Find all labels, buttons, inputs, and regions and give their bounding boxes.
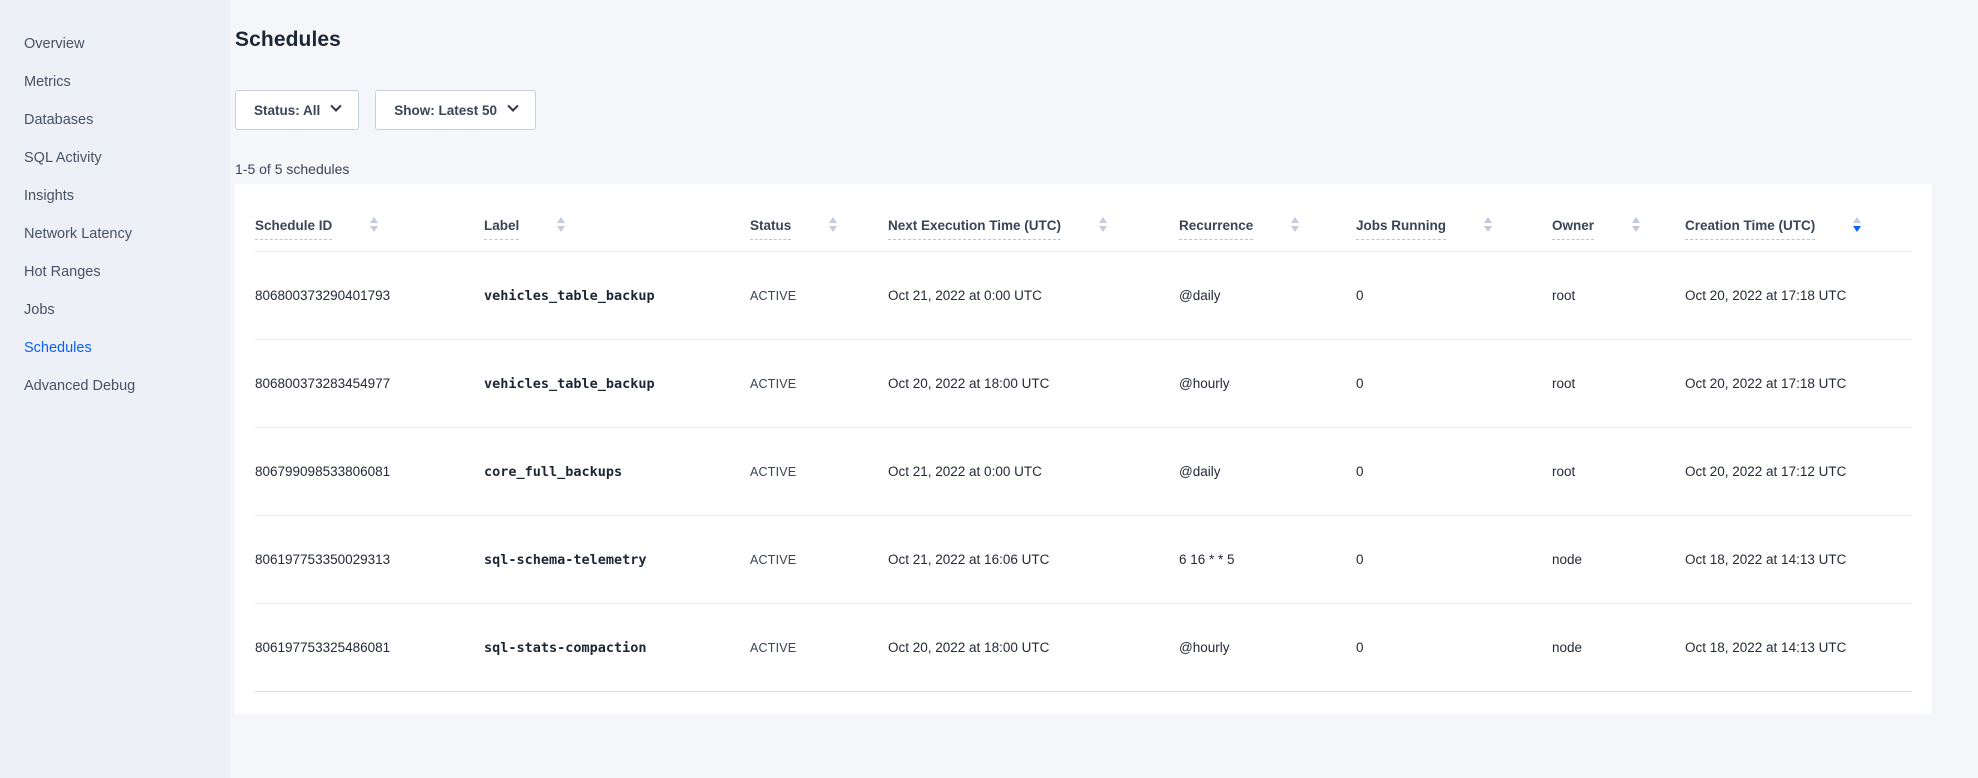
cell-recurrence: @daily: [1179, 464, 1356, 479]
schedules-page: Schedules Status: All Show: Latest 50 1-…: [230, 0, 1978, 778]
table-row: 806799098533806081core_full_backupsACTIV…: [255, 428, 1912, 516]
cell-status: ACTIVE: [750, 289, 888, 303]
cell-owner: node: [1552, 552, 1685, 567]
sort-icon[interactable]: [1484, 217, 1492, 240]
column-header-label[interactable]: Label: [484, 217, 750, 240]
cell-creation_time: Oct 20, 2022 at 17:12 UTC: [1685, 464, 1912, 479]
cell-jobs_running: 0: [1356, 376, 1552, 391]
cell-next_execution: Oct 20, 2022 at 18:00 UTC: [888, 640, 1179, 655]
column-header-label: Status: [750, 218, 791, 240]
chevron-down-icon: [507, 100, 518, 111]
page-title: Schedules: [235, 28, 1932, 52]
cell-label: sql-schema-telemetry: [484, 552, 750, 568]
sidebar-item-schedules[interactable]: Schedules: [0, 329, 230, 367]
cell-status: ACTIVE: [750, 553, 888, 567]
cell-owner: root: [1552, 464, 1685, 479]
sidebar-item-jobs[interactable]: Jobs: [0, 291, 230, 329]
cell-owner: root: [1552, 288, 1685, 303]
cell-jobs_running: 0: [1356, 288, 1552, 303]
cell-recurrence: @daily: [1179, 288, 1356, 303]
column-header-next_execution[interactable]: Next Execution Time (UTC): [888, 217, 1179, 240]
cell-creation_time: Oct 18, 2022 at 14:13 UTC: [1685, 552, 1912, 567]
column-header-label: Recurrence: [1179, 218, 1253, 240]
cell-label: vehicles_table_backup: [484, 376, 750, 392]
cell-recurrence: @hourly: [1179, 640, 1356, 655]
cell-id: 806800373290401793: [255, 288, 484, 303]
cell-status: ACTIVE: [750, 641, 888, 655]
show-filter-label: Show: Latest 50: [394, 103, 497, 118]
cell-id: 806197753325486081: [255, 640, 484, 655]
cell-id: 806800373283454977: [255, 376, 484, 391]
column-header-recurrence[interactable]: Recurrence: [1179, 217, 1356, 240]
cell-creation_time: Oct 18, 2022 at 14:13 UTC: [1685, 640, 1912, 655]
cell-owner: root: [1552, 376, 1685, 391]
status-filter-dropdown[interactable]: Status: All: [235, 90, 359, 130]
column-header-label: Next Execution Time (UTC): [888, 218, 1061, 240]
column-header-creation_time[interactable]: Creation Time (UTC): [1685, 217, 1912, 240]
sort-icon[interactable]: [829, 217, 837, 240]
column-header-id[interactable]: Schedule ID: [255, 217, 484, 240]
table-row: 806800373290401793vehicles_table_backupA…: [255, 252, 1912, 340]
sidebar-item-overview[interactable]: Overview: [0, 25, 230, 63]
cell-id: 806799098533806081: [255, 464, 484, 479]
column-header-label: Creation Time (UTC): [1685, 218, 1815, 240]
cell-next_execution: Oct 21, 2022 at 16:06 UTC: [888, 552, 1179, 567]
cell-jobs_running: 0: [1356, 552, 1552, 567]
sort-icon[interactable]: [370, 217, 378, 240]
cell-status: ACTIVE: [750, 465, 888, 479]
sort-icon[interactable]: [1291, 217, 1299, 240]
cell-recurrence: 6 16 * * 5: [1179, 552, 1356, 567]
sort-icon[interactable]: [1099, 217, 1107, 240]
sidebar-item-hot-ranges[interactable]: Hot Ranges: [0, 253, 230, 291]
cell-creation_time: Oct 20, 2022 at 17:18 UTC: [1685, 376, 1912, 391]
sort-icon[interactable]: [1632, 217, 1640, 240]
column-header-status[interactable]: Status: [750, 217, 888, 240]
cell-next_execution: Oct 21, 2022 at 0:00 UTC: [888, 288, 1179, 303]
show-filter-dropdown[interactable]: Show: Latest 50: [375, 90, 536, 130]
cell-next_execution: Oct 21, 2022 at 0:00 UTC: [888, 464, 1179, 479]
sidebar-item-sql-activity[interactable]: SQL Activity: [0, 139, 230, 177]
cell-next_execution: Oct 20, 2022 at 18:00 UTC: [888, 376, 1179, 391]
column-header-label: Schedule ID: [255, 218, 332, 240]
sidebar-item-insights[interactable]: Insights: [0, 177, 230, 215]
cell-status: ACTIVE: [750, 377, 888, 391]
column-header-label: Owner: [1552, 218, 1594, 240]
table-row: 806197753325486081sql-stats-compactionAC…: [255, 604, 1912, 692]
cell-label: sql-stats-compaction: [484, 640, 750, 656]
cell-jobs_running: 0: [1356, 464, 1552, 479]
cell-jobs_running: 0: [1356, 640, 1552, 655]
table-header-row: Schedule ID Label Status Next Execution Tim…: [255, 184, 1912, 252]
cell-creation_time: Oct 20, 2022 at 17:18 UTC: [1685, 288, 1912, 303]
sidebar-item-advanced-debug[interactable]: Advanced Debug: [0, 367, 230, 405]
sort-icon[interactable]: [1853, 217, 1861, 240]
cell-id: 806197753350029313: [255, 552, 484, 567]
table-row: 806800373283454977vehicles_table_backupA…: [255, 340, 1912, 428]
chevron-down-icon: [331, 100, 342, 111]
schedules-table-card: Schedule ID Label Status Next Execution Tim…: [235, 184, 1932, 714]
column-header-label: Jobs Running: [1356, 218, 1446, 240]
cell-label: core_full_backups: [484, 464, 750, 480]
status-filter-label: Status: All: [254, 103, 320, 118]
sort-icon[interactable]: [557, 217, 565, 240]
cell-label: vehicles_table_backup: [484, 288, 750, 304]
table-body: 806800373290401793vehicles_table_backupA…: [255, 252, 1912, 692]
sidebar-item-databases[interactable]: Databases: [0, 101, 230, 139]
sidebar-nav: OverviewMetricsDatabasesSQL ActivityInsi…: [0, 0, 230, 778]
column-header-owner[interactable]: Owner: [1552, 217, 1685, 240]
cell-owner: node: [1552, 640, 1685, 655]
filter-bar: Status: All Show: Latest 50: [235, 90, 1932, 130]
column-header-label: Label: [484, 218, 519, 240]
sidebar-item-metrics[interactable]: Metrics: [0, 63, 230, 101]
column-header-jobs_running[interactable]: Jobs Running: [1356, 217, 1552, 240]
results-count: 1-5 of 5 schedules: [235, 161, 1932, 177]
table-row: 806197753350029313sql-schema-telemetryAC…: [255, 516, 1912, 604]
sidebar-item-network-latency[interactable]: Network Latency: [0, 215, 230, 253]
cell-recurrence: @hourly: [1179, 376, 1356, 391]
